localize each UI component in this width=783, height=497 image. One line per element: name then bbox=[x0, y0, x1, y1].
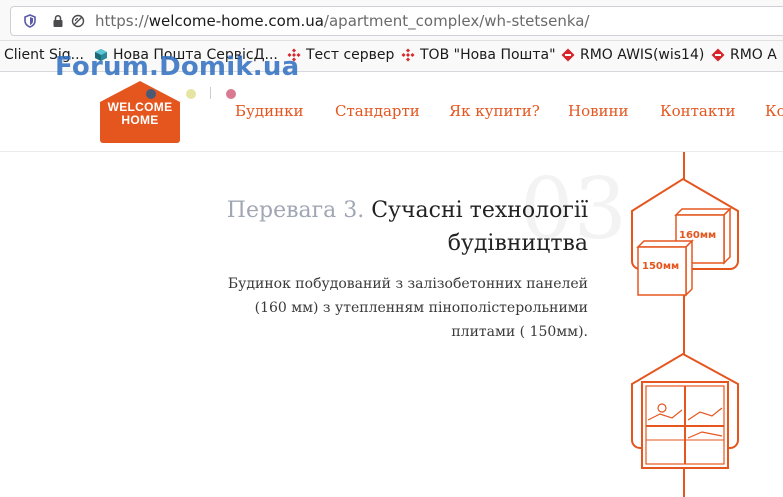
nav-item-more[interactable]: Ко bbox=[765, 102, 783, 120]
lock-icon[interactable] bbox=[51, 14, 65, 28]
nav-item-news[interactable]: Новини bbox=[568, 102, 629, 120]
tracking-protection-icon[interactable] bbox=[71, 14, 85, 28]
bookmark-label: Тест сервер bbox=[306, 47, 395, 63]
decor-dot-pink bbox=[226, 89, 236, 99]
url-host: welcome-home.com.ua bbox=[148, 12, 324, 30]
awis-icon bbox=[711, 48, 725, 62]
panel-label-160: 160мм bbox=[679, 230, 716, 241]
bookmark-label: RMO A bbox=[730, 47, 777, 63]
decor-dot-dark bbox=[146, 89, 156, 99]
feature-desc-line-2: (160 мм) з утепленням пінополістерольним… bbox=[254, 300, 588, 316]
browser-toolbar: https://welcome-home.com.ua/apartment_co… bbox=[0, 0, 783, 41]
nav-item-contacts[interactable]: Контакти bbox=[660, 102, 736, 120]
url-protocol: https:// bbox=[95, 12, 149, 30]
nav-item-standards[interactable]: Стандарти bbox=[335, 102, 420, 120]
nova-poshta-icon bbox=[401, 48, 415, 62]
url-field[interactable]: https://welcome-home.com.ua/apartment_co… bbox=[10, 6, 783, 36]
awis-icon bbox=[561, 48, 575, 62]
nav-item-how-to-buy[interactable]: Як купити? bbox=[449, 102, 540, 120]
feature-desc-line-1: Будинок побудований з залізобетонних пан… bbox=[227, 276, 588, 292]
shield-icon[interactable] bbox=[23, 14, 37, 28]
bookmark-label: RMO AWIS(wis14) bbox=[580, 47, 705, 63]
bookmark-rmo-awis[interactable]: RMO AWIS(wis14) bbox=[561, 47, 704, 63]
feature-title-line-1: Сучасні технології bbox=[371, 198, 588, 223]
decor-dot-yellow bbox=[186, 89, 196, 99]
url-text[interactable]: https://welcome-home.com.ua/apartment_co… bbox=[95, 12, 590, 30]
bookmark-test-server[interactable]: Тест сервер bbox=[287, 47, 394, 63]
header-divider bbox=[0, 151, 783, 152]
feature-description: Будинок побудований з залізобетонних пан… bbox=[168, 272, 588, 344]
main-nav: Будинки Стандарти Як купити? Новини Конт… bbox=[0, 102, 783, 122]
url-path: /apartment_complex/wh-stetsenka/ bbox=[323, 12, 590, 30]
wall-panels-icon: 160мм 150мм bbox=[631, 177, 739, 297]
panel-label-150: 150мм bbox=[642, 261, 679, 272]
bookmark-rmo-a[interactable]: RMO A bbox=[711, 47, 777, 63]
feature-title-line-2: будівництва bbox=[447, 231, 588, 256]
bookmark-tov-nova-poshta[interactable]: ТОВ "Нова Пошта" bbox=[401, 47, 556, 63]
feature-prefix: Перевага 3. bbox=[226, 198, 365, 223]
nav-item-buildings[interactable]: Будинки bbox=[235, 102, 303, 120]
watermark: Forum.Domik.ua bbox=[55, 52, 300, 82]
decor-divider bbox=[210, 87, 211, 99]
feature-heading: Перевага 3. Сучасні технології будівницт… bbox=[188, 194, 588, 260]
feature-desc-line-3: плитами ( 150мм). bbox=[451, 324, 588, 340]
window-icon bbox=[631, 352, 739, 469]
bookmark-label: ТОВ "Нова Пошта" bbox=[420, 47, 556, 63]
